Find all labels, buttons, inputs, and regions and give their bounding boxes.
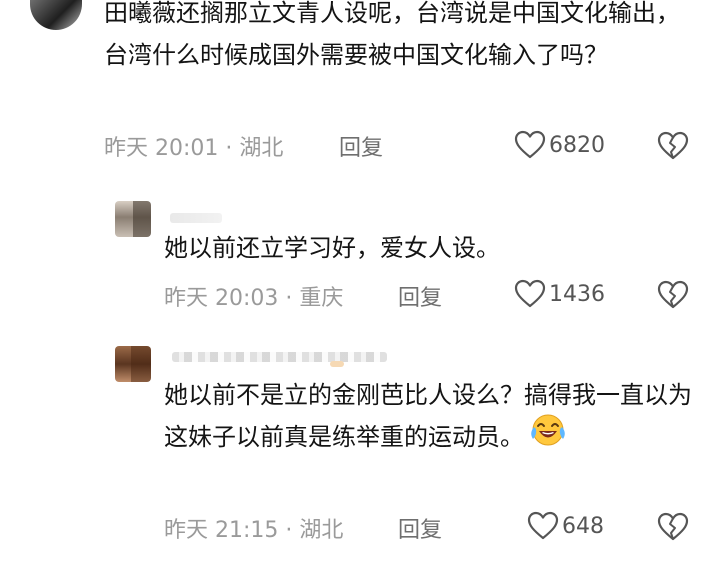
broken-heart-icon xyxy=(657,280,689,309)
heart-outline-icon xyxy=(514,279,546,308)
meta-separator: · xyxy=(285,286,293,311)
main-comment-time: 昨天 20:01 xyxy=(104,136,219,161)
reply-2-reply-button[interactable]: 回复 xyxy=(398,512,442,544)
reply-2-location: 湖北 xyxy=(299,518,344,543)
broken-heart-icon xyxy=(657,512,689,541)
meta-separator: · xyxy=(285,518,293,543)
reply-1-text: 她以前还立学习好，爱女人设。 xyxy=(164,234,500,262)
reply-2-username-blurred-accent xyxy=(330,361,344,367)
reply-2-time: 昨天 21:15 xyxy=(164,518,279,543)
main-comment-like-count: 6820 xyxy=(549,132,605,158)
main-comment-reply-button[interactable]: 回复 xyxy=(339,130,383,162)
heart-outline-icon xyxy=(514,130,546,159)
main-comment-meta: 昨天 20:01 · 湖北 xyxy=(104,130,283,162)
reply-1-reply-button[interactable]: 回复 xyxy=(398,280,442,312)
main-comment-location: 湖北 xyxy=(239,136,284,161)
broken-heart-icon xyxy=(657,131,689,160)
reply-1-location: 重庆 xyxy=(299,286,344,311)
reply-1-avatar[interactable] xyxy=(115,201,151,237)
reply-1-username-blurred[interactable] xyxy=(170,213,222,223)
main-comment-like-button[interactable]: 6820 xyxy=(514,130,605,160)
reply-2-dislike-button[interactable] xyxy=(657,512,689,542)
main-comment-avatar[interactable] xyxy=(30,0,82,30)
meta-separator: · xyxy=(225,136,233,161)
main-comment-text: 田曦薇还搁那立文青人设呢，台湾说是中国文化输出，台湾什么时候成国外需要被中国文化… xyxy=(104,0,680,69)
reply-2-text-block: 她以前不是立的金刚芭比人设么？搞得我一直以为这妹子以前真是练举重的运动员。 xyxy=(164,374,694,460)
main-comment-dislike-button[interactable] xyxy=(657,131,689,161)
heart-outline-icon xyxy=(527,511,559,540)
reply-1-dislike-button[interactable] xyxy=(657,280,689,310)
reply-1-like-count: 1436 xyxy=(549,281,605,307)
reply-2-like-count: 648 xyxy=(562,513,604,539)
reply-2-text: 她以前不是立的金刚芭比人设么？搞得我一直以为这妹子以前真是练举重的运动员。 xyxy=(164,381,692,451)
reply-2-meta: 昨天 21:15 · 湖北 xyxy=(164,512,343,544)
reply-2-like-button[interactable]: 648 xyxy=(527,511,604,541)
reply-2-avatar[interactable] xyxy=(115,346,151,382)
laughing-crying-emoji xyxy=(528,411,568,460)
reply-1-like-button[interactable]: 1436 xyxy=(514,279,605,309)
reply-1-meta: 昨天 20:03 · 重庆 xyxy=(164,280,343,312)
reply-2-username-blurred[interactable] xyxy=(172,352,387,362)
reply-1-time: 昨天 20:03 xyxy=(164,286,279,311)
